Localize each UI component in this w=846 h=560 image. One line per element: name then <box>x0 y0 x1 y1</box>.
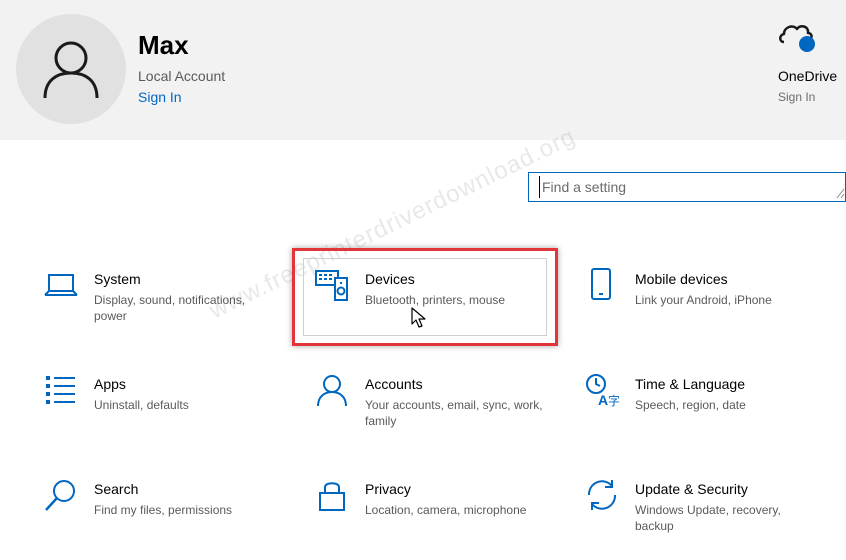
onedrive-label: OneDrive <box>778 68 838 84</box>
tile-description: Find my files, permissions <box>94 503 233 517</box>
tile-description: Display, sound, notifications, power <box>94 293 246 323</box>
tile-description: Bluetooth, printers, mouse <box>365 293 506 307</box>
phone-icon <box>591 268 611 300</box>
tile-description: Windows Update, recovery, backup <box>635 503 781 533</box>
tile-accounts[interactable]: Accounts Your accounts, email, sync, wor… <box>315 373 555 453</box>
user-name: Max <box>138 30 189 60</box>
tile-title: Apps <box>94 376 126 392</box>
tile-update-security[interactable]: Update & Security Windows Update, recove… <box>585 478 825 558</box>
laptop-icon <box>44 274 78 296</box>
tile-description: Speech, region, date <box>635 398 746 412</box>
tile-apps[interactable]: Apps Uninstall, defaults <box>44 373 284 453</box>
tile-description: Location, camera, microphone <box>365 503 527 517</box>
account-header: Max Local Account Sign In OneDrive Sign … <box>0 0 846 140</box>
svg-text:字: 字 <box>608 393 619 407</box>
tile-title: Accounts <box>365 376 423 392</box>
tile-title: Mobile devices <box>635 271 728 287</box>
tile-devices[interactable]: Devices Bluetooth, printers, mouse <box>315 268 555 348</box>
settings-home: Max Local Account Sign In OneDrive Sign … <box>0 0 846 560</box>
tile-description: Link your Android, iPhone <box>635 293 772 307</box>
onedrive-panel[interactable]: OneDrive Sign In <box>772 14 846 114</box>
search-icon <box>45 480 75 511</box>
lock-icon <box>319 482 345 511</box>
sign-in-link[interactable]: Sign In <box>138 89 182 105</box>
account-type: Local Account <box>138 68 226 84</box>
person-icon <box>43 41 99 99</box>
svg-text:A: A <box>598 392 608 407</box>
resize-corner-icon <box>836 188 845 199</box>
tile-description: Your accounts, email, sync, work, family <box>365 398 543 428</box>
person-icon <box>317 375 347 407</box>
tile-system[interactable]: System Display, sound, notifications, po… <box>44 268 284 348</box>
search-box[interactable] <box>528 172 846 202</box>
tile-mobile-devices[interactable]: Mobile devices Link your Android, iPhone <box>585 268 825 348</box>
tile-title: Search <box>94 481 139 497</box>
sync-icon <box>587 480 617 510</box>
apps-list-icon <box>46 376 75 404</box>
tile-title: System <box>94 271 141 287</box>
avatar[interactable] <box>16 14 126 124</box>
mouse-cursor-icon <box>411 307 426 328</box>
tile-description: Uninstall, defaults <box>94 398 189 412</box>
devices-icon <box>315 270 348 301</box>
search-input[interactable] <box>539 176 832 198</box>
tile-title: Privacy <box>365 481 411 497</box>
onedrive-sign-in: Sign In <box>778 90 816 104</box>
tile-search[interactable]: Search Find my files, permissions <box>44 478 284 558</box>
time-language-icon: A 字 <box>586 374 619 407</box>
tile-title: Update & Security <box>635 481 748 497</box>
tile-title: Devices <box>365 271 415 287</box>
tile-privacy[interactable]: Privacy Location, camera, microphone <box>315 478 555 558</box>
tile-time-language[interactable]: A 字 Time & Language Speech, region, date <box>585 373 825 453</box>
tile-title: Time & Language <box>635 376 745 392</box>
cloud-icon <box>779 24 815 52</box>
